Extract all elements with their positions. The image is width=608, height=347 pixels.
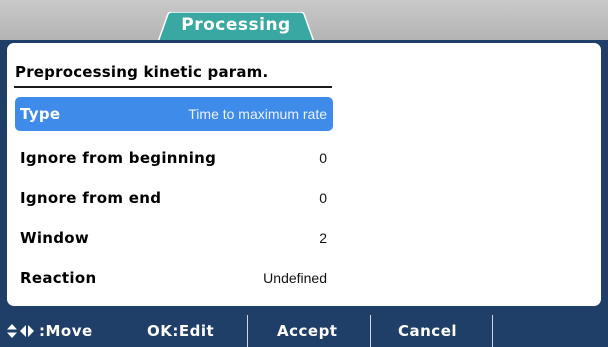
param-row-type[interactable]: Type Time to maximum rate [15,97,333,131]
param-value: 0 [319,150,327,166]
edit-label: OK:Edit [147,321,215,340]
tab-processing[interactable]: Processing [158,12,314,42]
section-title: Preprocessing kinetic param. [15,63,269,81]
cancel-button[interactable]: Cancel [398,314,457,347]
accept-button[interactable]: Accept [277,314,337,347]
param-value: 0 [319,190,327,206]
softkey-divider [492,315,493,347]
move-label: :Move [39,321,93,340]
edit-softkey[interactable]: OK:Edit [147,314,214,347]
move-softkey[interactable]: :Move [6,314,93,347]
param-row-reaction[interactable]: Reaction Undefined [15,261,333,295]
param-row-window[interactable]: Window 2 [15,221,333,255]
arrow-keys-icon [6,323,36,339]
param-label: Ignore from end [20,189,162,207]
tab-label: Processing [181,15,291,35]
param-row-ignore-from-end[interactable]: Ignore from end 0 [15,181,333,215]
top-tab-bar: Processing [0,0,608,42]
cancel-label: Cancel [398,321,458,340]
softkey-divider [370,315,371,347]
content-panel: Preprocessing kinetic param. Type Time t… [7,43,601,306]
param-value: Undefined [263,270,327,286]
param-value: 2 [319,230,327,246]
param-label: Type [20,105,61,123]
accept-label: Accept [277,321,338,340]
param-value: Time to maximum rate [188,106,327,122]
softkey-divider [247,315,248,347]
param-label: Window [20,229,90,247]
param-label: Reaction [20,269,97,287]
param-label: Ignore from beginning [20,149,217,167]
softkey-bar: :Move OK:Edit Accept Cancel [0,314,608,347]
param-row-ignore-from-beginning[interactable]: Ignore from beginning 0 [15,141,333,175]
section-divider [14,86,332,88]
main-frame: Preprocessing kinetic param. Type Time t… [0,40,608,314]
